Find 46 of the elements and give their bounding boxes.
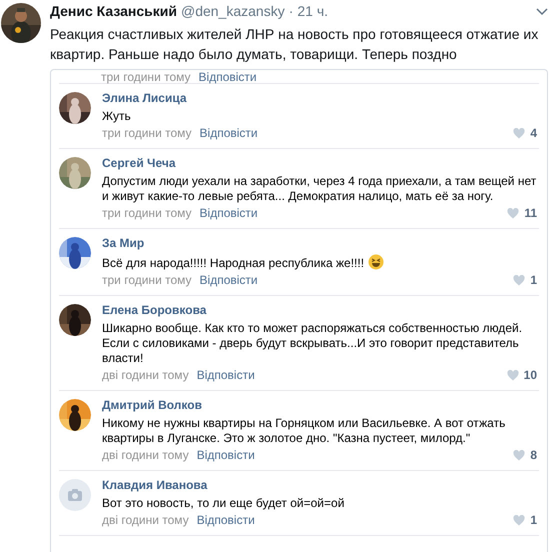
commenter-name[interactable]: Элина Лисица: [102, 91, 539, 106]
like-count: 11: [524, 206, 537, 221]
comment-text: Жуть: [102, 109, 132, 124]
reply-link[interactable]: Відповісти: [200, 126, 258, 141]
laughing-emoji-icon: [368, 254, 384, 270]
reply-link[interactable]: Відповісти: [196, 368, 255, 383]
like-count: 1: [530, 273, 537, 288]
commenter-name[interactable]: Елена Боровкова: [102, 303, 539, 318]
commenter-name[interactable]: За Мир: [102, 236, 539, 251]
like-count: 1: [530, 513, 537, 528]
comment-time: три години тому: [101, 70, 191, 82]
tweet-time[interactable]: 21 ч.: [297, 1, 328, 22]
like-count: 4: [530, 126, 537, 141]
comment-time: дві години тому: [102, 368, 189, 383]
separator-dot: ·: [288, 2, 294, 21]
reply-link[interactable]: Відповісти: [200, 206, 258, 221]
heart-icon[interactable]: [513, 515, 526, 526]
comment-time: три години тому: [102, 206, 192, 221]
author-handle: @den_kazansky: [180, 2, 285, 21]
reply-link[interactable]: Відповісти: [196, 448, 255, 463]
chevron-down-icon[interactable]: [536, 8, 548, 16]
like-count: 10: [524, 368, 537, 383]
commenter-name[interactable]: Дмитрий Волков: [102, 398, 539, 413]
comment-time: дві години тому: [102, 513, 189, 528]
heart-icon[interactable]: [507, 208, 520, 219]
reply-link[interactable]: Відповісти: [200, 273, 258, 288]
comment-text: Никому не нужны квартиры на Горняцком или Васильевке. А вот отжать квартиры в Луганске. Это ж золотое дно. "Казна пустеет, милорд.": [102, 416, 506, 446]
author-name[interactable]: Денис Казанський: [50, 1, 177, 22]
commenter-name[interactable]: Клавдия Иванова: [102, 478, 539, 493]
heart-icon[interactable]: [506, 370, 519, 381]
comment-text: Шикарно вообще. Как кто то может распоряжаться собственностью людей. Если с силовиками - дверь будут вскрывать...И это говорит представитель власти!: [102, 321, 524, 366]
comment-time: три години тому: [102, 273, 192, 288]
comment-time: три години тому: [102, 126, 192, 141]
heart-icon[interactable]: [513, 275, 526, 286]
comment-text: Вот это новость, то ли еще будет ой=ой=ой: [102, 496, 346, 511]
reply-link[interactable]: Відповісти: [196, 513, 255, 528]
heart-icon[interactable]: [513, 128, 526, 139]
reply-link[interactable]: Відповісти: [198, 70, 257, 82]
camera-icon: [59, 479, 91, 511]
comment-time: дві години тому: [102, 448, 189, 463]
comment-text: Всё для народа!!!!! Народная республика же!!!!: [102, 254, 539, 271]
comment-text: Допустим люди уехали на заработки, через 4 года приехали, а там вещей нет и живут какие-то левые ребята... Демократия налицо, мать её за ногу.: [102, 174, 538, 204]
commenter-name[interactable]: Сергей Чеча: [102, 156, 539, 171]
tweet-text: Реакция счастливых жителей ЛНР на новость про готовящееся отжатие их квартир. Раньше надо было думать, товарищи. Теперь поздно: [50, 25, 540, 64]
heart-icon[interactable]: [513, 450, 526, 461]
like-count: 8: [530, 448, 537, 463]
